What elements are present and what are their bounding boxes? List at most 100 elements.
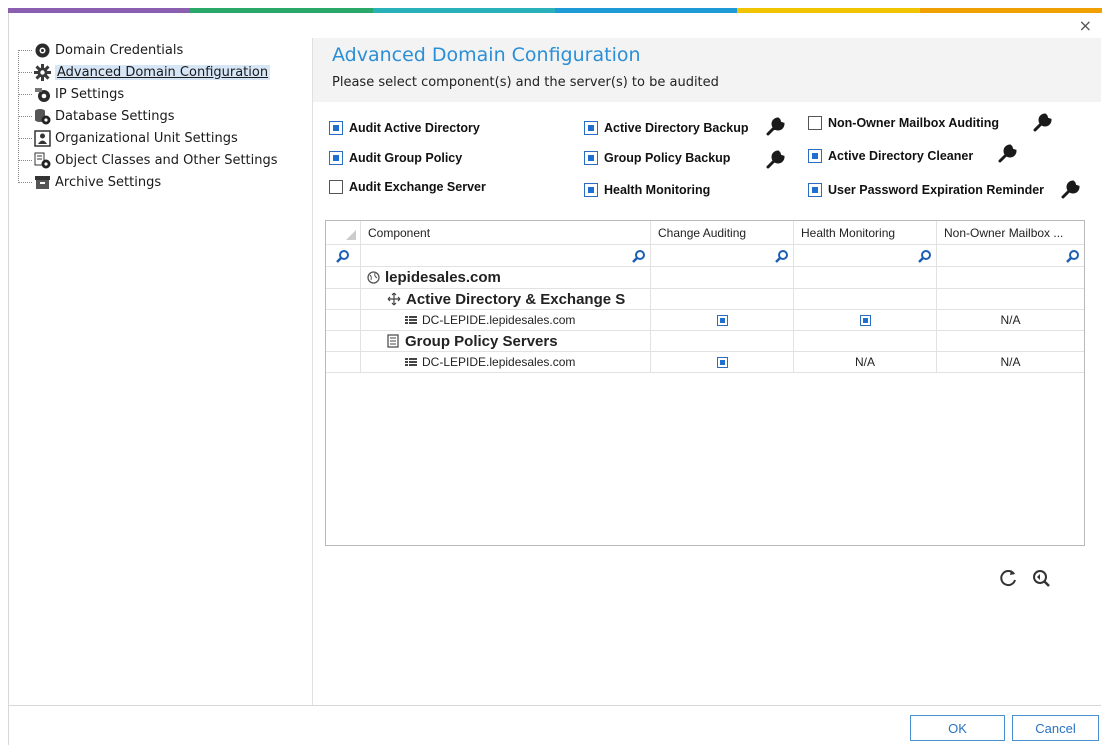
audit-group-policy-checkbox[interactable]: Audit Group Policy: [329, 149, 462, 167]
sidebar-item-object-classes[interactable]: Object Classes and Other Settings: [18, 150, 278, 170]
component-cell: Active Directory & Exchange S: [361, 289, 651, 310]
column-header-component[interactable]: Component: [361, 221, 651, 245]
sidebar-item-label: Advanced Domain Configuration: [55, 64, 271, 80]
page-subtitle: Please select component(s) and the serve…: [332, 75, 719, 90]
checkbox-checked[interactable]: [808, 183, 822, 197]
gp-backup-wrench-icon[interactable]: [765, 150, 785, 170]
column-header-change-auditing[interactable]: Change Auditing: [651, 221, 794, 245]
change-auditing-cell[interactable]: [651, 310, 794, 331]
table-row[interactable]: lepidesales.com: [326, 267, 1084, 289]
empty-cell: [651, 267, 794, 289]
corner-triangle-icon: [346, 230, 356, 240]
move-arrows-icon: [387, 292, 401, 306]
checkbox-unchecked[interactable]: [808, 116, 822, 130]
change-auditing-cell[interactable]: [651, 352, 794, 373]
row-selector[interactable]: [326, 310, 361, 331]
close-icon[interactable]: ×: [1079, 16, 1092, 35]
row-label: Group Policy Servers: [405, 332, 558, 350]
footer-divider: [9, 705, 1101, 706]
user-password-expiration-reminder-checkbox[interactable]: User Password Expiration Reminder: [808, 181, 1044, 199]
checkbox-checked[interactable]: [808, 149, 822, 163]
checkbox-checked[interactable]: [329, 121, 343, 135]
sidebar-item-domain-credentials[interactable]: Domain Credentials: [18, 40, 183, 60]
filter-change-auditing[interactable]: [651, 245, 794, 267]
component-grid: Component Change Auditing Health Monitor…: [325, 220, 1085, 546]
database-icon: [34, 108, 51, 125]
audit-exchange-server-checkbox[interactable]: Audit Exchange Server: [329, 178, 486, 196]
option-label: Health Monitoring: [604, 183, 711, 197]
row-label: Active Directory & Exchange S: [406, 290, 626, 308]
search-icon: [336, 249, 349, 263]
row-label: DC-LEPIDE.lepidesales.com: [422, 355, 576, 369]
search-icon: [775, 249, 788, 263]
gear-cog-icon: [34, 42, 51, 59]
column-label: Health Monitoring: [801, 225, 896, 240]
na-text: N/A: [854, 355, 875, 369]
ad-backup-wrench-icon[interactable]: [765, 117, 785, 137]
empty-cell: [937, 289, 1084, 310]
column-header-health-monitoring[interactable]: Health Monitoring: [794, 221, 937, 245]
audit-active-directory-checkbox[interactable]: Audit Active Directory: [329, 119, 480, 137]
checkbox-checked[interactable]: [584, 183, 598, 197]
filter-cell[interactable]: [326, 245, 361, 267]
grid-corner[interactable]: [326, 221, 361, 245]
ad-cleaner-wrench-icon[interactable]: [997, 144, 1017, 164]
filter-health-monitoring[interactable]: [794, 245, 937, 267]
option-label: Active Directory Cleaner: [828, 149, 974, 163]
non-owner-wrench-icon[interactable]: [1032, 113, 1052, 133]
page-header: Advanced Domain Configuration Please sel…: [313, 38, 1101, 102]
option-label: Audit Exchange Server: [349, 180, 486, 194]
checkbox-checked[interactable]: [584, 121, 598, 135]
component-cell: Group Policy Servers: [361, 331, 651, 352]
empty-cell: [937, 267, 1084, 289]
filter-component[interactable]: [361, 245, 651, 267]
checkbox-unchecked[interactable]: [329, 180, 343, 194]
row-selector[interactable]: [326, 289, 361, 310]
filter-non-owner-mailbox[interactable]: [937, 245, 1084, 267]
server-list-icon: [405, 358, 417, 366]
sidebar-item-label: IP Settings: [55, 86, 125, 102]
health-monitoring-checkbox[interactable]: Health Monitoring: [584, 181, 710, 199]
sidebar-item-organizational-unit-settings[interactable]: Organizational Unit Settings: [18, 128, 238, 148]
grid-header-row: Component Change Auditing Health Monitor…: [326, 221, 1084, 245]
sidebar-item-ip-settings[interactable]: IP Settings: [18, 84, 124, 104]
component-cell: lepidesales.com: [361, 267, 651, 289]
refresh-icon[interactable]: [997, 567, 1019, 589]
option-label: Audit Active Directory: [349, 121, 480, 135]
ok-button[interactable]: OK: [910, 715, 1005, 741]
sidebar-item-advanced-domain-configuration[interactable]: Advanced Domain Configuration: [18, 62, 271, 82]
password-reminder-wrench-icon[interactable]: [1060, 180, 1080, 200]
sidebar-item-archive-settings[interactable]: Archive Settings: [18, 172, 161, 192]
checkbox-checked[interactable]: [584, 151, 598, 165]
na-text: N/A: [1000, 355, 1021, 369]
group-policy-backup-checkbox[interactable]: Group Policy Backup: [584, 149, 730, 167]
column-label: Change Auditing: [658, 225, 747, 240]
cancel-button[interactable]: Cancel: [1012, 715, 1099, 741]
non-owner-mailbox-auditing-checkbox[interactable]: Non-Owner Mailbox Auditing: [808, 114, 999, 132]
row-selector[interactable]: [326, 267, 361, 289]
checkbox-checked[interactable]: [716, 356, 728, 368]
sidebar-item-label: Object Classes and Other Settings: [55, 152, 278, 168]
column-label: Non-Owner Mailbox ...: [944, 225, 1064, 240]
health-monitoring-cell[interactable]: [794, 310, 937, 331]
empty-cell: [794, 289, 937, 310]
sidebar-item-database-settings[interactable]: Database Settings: [18, 106, 174, 126]
checkbox-checked[interactable]: [329, 151, 343, 165]
table-row[interactable]: DC-LEPIDE.lepidesales.com N/A: [326, 310, 1084, 331]
table-row[interactable]: DC-LEPIDE.lepidesales.com N/A N/A: [326, 352, 1084, 373]
row-selector[interactable]: [326, 352, 361, 373]
search-icon: [1066, 249, 1079, 263]
option-label: User Password Expiration Reminder: [828, 183, 1045, 197]
find-icon[interactable]: [1030, 567, 1052, 589]
active-directory-cleaner-checkbox[interactable]: Active Directory Cleaner: [808, 147, 973, 165]
column-header-non-owner-mailbox[interactable]: Non-Owner Mailbox ...: [937, 221, 1084, 245]
table-row[interactable]: Group Policy Servers: [326, 331, 1084, 352]
checkbox-checked[interactable]: [859, 314, 871, 326]
component-cell: DC-LEPIDE.lepidesales.com: [361, 310, 651, 331]
empty-cell: [651, 289, 794, 310]
component-cell: DC-LEPIDE.lepidesales.com: [361, 352, 651, 373]
table-row[interactable]: Active Directory & Exchange S: [326, 289, 1084, 310]
checkbox-checked[interactable]: [716, 314, 728, 326]
row-selector[interactable]: [326, 331, 361, 352]
active-directory-backup-checkbox[interactable]: Active Directory Backup: [584, 119, 749, 137]
